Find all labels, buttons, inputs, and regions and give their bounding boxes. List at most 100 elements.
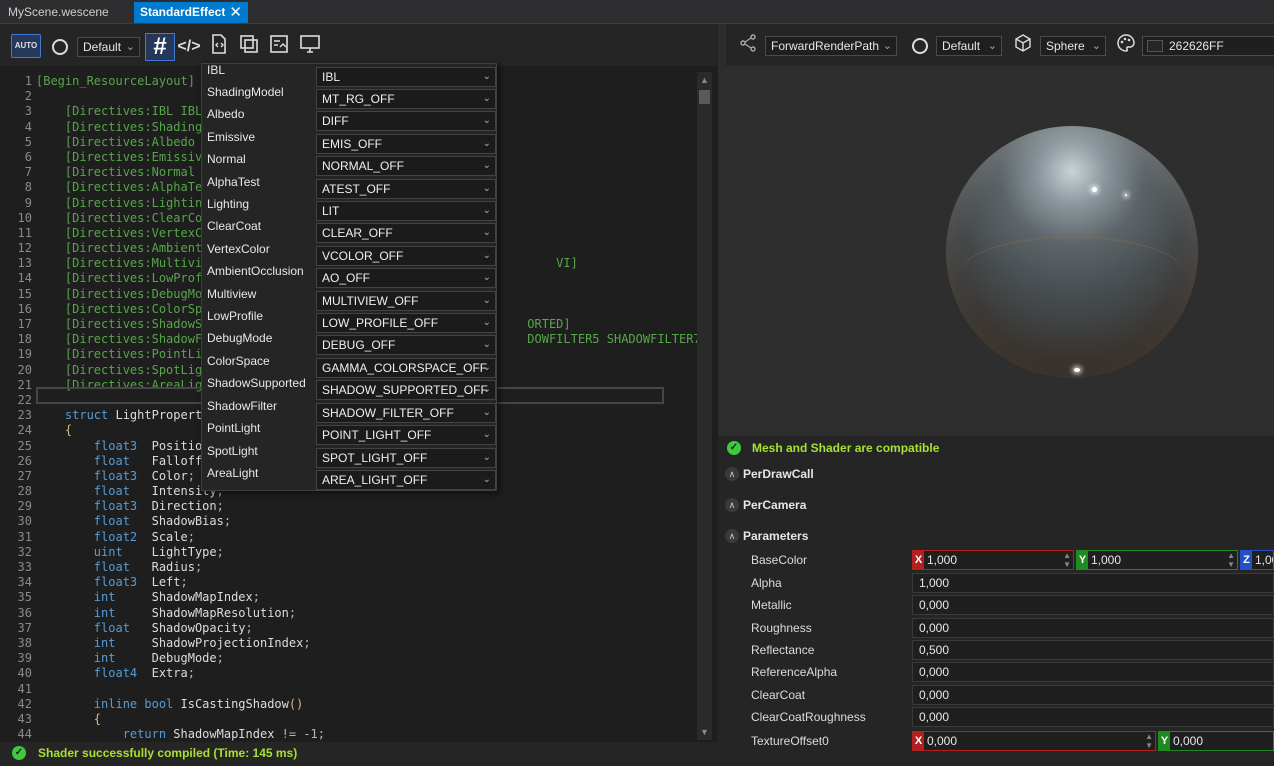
code-line[interactable]: return ShadowMapIndex != -1; <box>36 727 696 742</box>
palette-icon[interactable] <box>1113 33 1139 59</box>
spinner-icon[interactable]: ▲ ▼ <box>1227 551 1235 569</box>
base-color-x-field[interactable]: X 1,000 ▲ ▼ <box>912 550 1074 570</box>
param-value-field[interactable]: 0,000 <box>912 685 1274 705</box>
section-parameters[interactable]: ∧ Parameters <box>718 523 1274 549</box>
directive-select[interactable]: SHADOW_FILTER_OFF ⌄ <box>316 403 496 423</box>
directive-select[interactable]: CLEAR_OFF ⌄ <box>316 223 496 243</box>
code-line[interactable]: float3 Direction; <box>36 499 696 514</box>
editor-vertical-scrollbar[interactable]: ▲ ▼ <box>697 72 712 740</box>
code-token: float <box>36 560 152 574</box>
directive-select[interactable]: IBL ⌄ <box>316 67 496 87</box>
directive-select[interactable]: DEBUG_OFF ⌄ <box>316 335 496 355</box>
directive-select[interactable]: LIT ⌄ <box>316 201 496 221</box>
param-value-field[interactable]: 0,500 <box>912 640 1274 660</box>
tab-myscene[interactable]: MyScene.wescene <box>0 2 117 23</box>
record-circle-icon[interactable] <box>52 39 68 55</box>
param-value-field[interactable]: 0,000 <box>912 662 1274 682</box>
environment-select[interactable]: Default ⌄ <box>936 36 1002 56</box>
code-line[interactable] <box>36 682 696 697</box>
code-line[interactable]: float ShadowOpacity; <box>36 621 696 636</box>
monitor-icon[interactable] <box>297 34 323 60</box>
directive-select[interactable]: NORMAL_OFF ⌄ <box>316 156 496 176</box>
code-token: [Begin_ResourceLayout] <box>36 74 195 88</box>
compile-layers-icon[interactable] <box>236 34 262 60</box>
code-view-icon[interactable]: </> <box>176 34 202 60</box>
code-line[interactable]: { <box>36 712 696 727</box>
profile-select[interactable]: Default ⌄ <box>77 37 140 57</box>
directive-select[interactable]: ATEST_OFF ⌄ <box>316 179 496 199</box>
param-alpha: Alpha 1,000 <box>718 572 1274 594</box>
directive-select[interactable]: POINT_LIGHT_OFF ⌄ <box>316 425 496 445</box>
clear-color-field[interactable]: 262626FF <box>1142 36 1274 56</box>
directive-value: IBL <box>322 70 341 84</box>
code-line[interactable]: int ShadowMapResolution; <box>36 606 696 621</box>
directive-label: Normal <box>207 152 246 166</box>
directive-select[interactable]: MT_RG_OFF ⌄ <box>316 89 496 109</box>
code-line[interactable]: uint LightType; <box>36 545 696 560</box>
directive-select[interactable]: GAMMA_COLORSPACE_OFF ⌄ <box>316 358 496 378</box>
directive-value: EMIS_OFF <box>322 137 383 151</box>
code-line[interactable]: float ShadowBias; <box>36 514 696 529</box>
field-value: 0,000 <box>1173 734 1204 748</box>
param-value-field[interactable]: 1,000 <box>912 573 1274 593</box>
code-line[interactable]: int ShadowMapIndex; <box>36 590 696 605</box>
tab-standard-effect[interactable]: StandardEffect ✕ <box>134 2 248 23</box>
render-path-select[interactable]: ForwardRenderPath ⌄ <box>765 36 897 56</box>
texture-offset-x-field[interactable]: X 0,000 ▲ ▼ <box>912 731 1156 751</box>
line-number: 41 <box>17 681 32 696</box>
code-token: ShadowOpacity <box>151 620 246 635</box>
code-line[interactable]: int DebugMode; <box>36 651 696 666</box>
line-number: 4 <box>24 119 32 134</box>
code-token: Positio <box>151 438 203 453</box>
line-number: 30 <box>17 514 32 529</box>
directive-select[interactable]: AREA_LIGHT_OFF ⌄ <box>316 470 496 490</box>
code-line[interactable]: int ShadowProjectionIndex; <box>36 636 696 651</box>
directive-select[interactable]: AO_OFF ⌄ <box>316 268 496 288</box>
code-line[interactable]: float3 Left; <box>36 575 696 590</box>
field-value: 1,000 <box>927 553 958 567</box>
line-number: 35 <box>17 590 32 605</box>
material-preview-viewport[interactable] <box>726 66 1274 436</box>
directive-select[interactable]: MULTIVIEW_OFF ⌄ <box>316 291 496 311</box>
directives-toggle-button[interactable]: # <box>145 33 175 61</box>
directive-select[interactable]: DIFF ⌄ <box>316 111 496 131</box>
scroll-up-icon[interactable]: ▲ <box>697 75 712 85</box>
code-line[interactable]: float2 Scale; <box>36 530 696 545</box>
directive-select[interactable]: VCOLOR_OFF ⌄ <box>316 246 496 266</box>
base-color-z-field[interactable]: Z 1,00 <box>1240 550 1274 570</box>
param-value-field[interactable]: 0,000 <box>912 707 1274 727</box>
directive-select[interactable]: SHADOW_SUPPORTED_OFF ⌄ <box>316 380 496 400</box>
collapse-chevron-icon[interactable]: ∧ <box>725 529 739 543</box>
directive-select[interactable]: EMIS_OFF ⌄ <box>316 134 496 154</box>
mesh-select[interactable]: Sphere ⌄ <box>1040 36 1106 56</box>
share-nodes-icon[interactable] <box>735 33 761 59</box>
auto-compile-toggle[interactable]: AUTO <box>11 34 41 58</box>
base-color-y-field[interactable]: Y 1,000 ▲ ▼ <box>1076 550 1238 570</box>
code-token: [Directives:SpotLig <box>36 362 203 377</box>
collapse-chevron-icon[interactable]: ∧ <box>725 498 739 512</box>
file-code-icon[interactable] <box>206 34 232 60</box>
spinner-icon[interactable]: ▲ ▼ <box>1063 551 1071 569</box>
directive-select[interactable]: LOW_PROFILE_OFF ⌄ <box>316 313 496 333</box>
section-per-draw-call[interactable]: ∧ PerDrawCall <box>718 461 1274 487</box>
axis-z-label: Z <box>1241 551 1252 569</box>
param-value-field[interactable]: 0,000 <box>912 618 1274 638</box>
environment-circle-icon[interactable] <box>912 38 928 54</box>
section-per-camera[interactable]: ∧ PerCamera <box>718 492 1274 518</box>
spinner-icon[interactable]: ▲ ▼ <box>1145 732 1153 750</box>
cube-icon[interactable] <box>1010 33 1036 59</box>
directive-select[interactable]: SPOT_LIGHT_OFF ⌄ <box>316 448 496 468</box>
directive-value: CLEAR_OFF <box>322 226 393 240</box>
scrollbar-thumb[interactable] <box>699 90 710 104</box>
code-line[interactable]: float Radius; <box>36 560 696 575</box>
close-icon[interactable]: ✕ <box>229 2 242 23</box>
scroll-down-icon[interactable]: ▼ <box>697 727 712 737</box>
image-code-icon[interactable] <box>266 34 292 60</box>
param-value-field[interactable]: 0,000 <box>912 595 1274 615</box>
code-line[interactable]: float4 Extra; <box>36 666 696 681</box>
texture-offset-y-field[interactable]: Y 0,000 <box>1158 731 1274 751</box>
code-line[interactable]: inline bool IsCastingShadow() <box>36 697 696 712</box>
collapse-chevron-icon[interactable]: ∧ <box>725 467 739 481</box>
code-token: [Directives:DebugMo <box>36 286 203 301</box>
directive-value: ATEST_OFF <box>322 182 391 196</box>
